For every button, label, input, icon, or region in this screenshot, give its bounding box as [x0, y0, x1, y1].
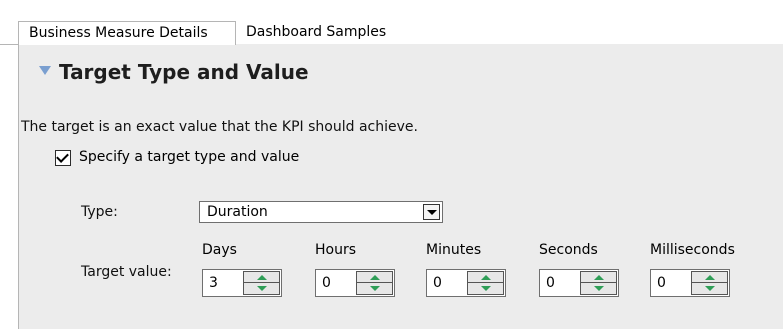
tab-bar: Business Measure Details Dashboard Sampl…	[0, 0, 783, 45]
specify-target-checkbox[interactable]	[55, 150, 71, 166]
days-label: Days	[202, 242, 237, 258]
arrow-up-icon[interactable]	[692, 272, 727, 283]
minutes-value[interactable]: 0	[433, 275, 442, 291]
arrow-down-icon[interactable]	[357, 283, 392, 294]
spinner-buttons	[243, 271, 280, 295]
milliseconds-spinner[interactable]: 0	[650, 269, 730, 297]
milliseconds-label: Milliseconds	[650, 242, 735, 258]
details-panel: Target Type and Value The target is an e…	[18, 44, 783, 329]
arrow-up-icon[interactable]	[468, 272, 503, 283]
spinner-buttons	[356, 271, 393, 295]
minutes-spinner[interactable]: 0	[426, 269, 506, 297]
arrow-down-icon[interactable]	[581, 283, 616, 294]
target-value-label: Target value:	[81, 264, 172, 280]
spinner-buttons	[580, 271, 617, 295]
section-title: Target Type and Value	[59, 60, 309, 84]
type-select[interactable]: Duration	[199, 201, 443, 223]
tab-label: Business Measure Details	[29, 25, 208, 41]
hours-spinner[interactable]: 0	[315, 269, 395, 297]
spinner-buttons	[467, 271, 504, 295]
days-value[interactable]: 3	[209, 275, 218, 291]
arrow-up-icon[interactable]	[357, 272, 392, 283]
chevron-down-icon[interactable]	[423, 204, 440, 220]
type-select-value: Duration	[207, 204, 268, 220]
arrow-up-icon[interactable]	[244, 272, 279, 283]
spinner-buttons	[691, 271, 728, 295]
seconds-value[interactable]: 0	[546, 275, 555, 291]
seconds-label: Seconds	[539, 242, 598, 258]
section-header[interactable]: Target Type and Value	[19, 44, 783, 108]
minutes-label: Minutes	[426, 242, 482, 258]
arrow-down-icon[interactable]	[468, 283, 503, 294]
days-spinner[interactable]: 3	[202, 269, 282, 297]
arrow-up-icon[interactable]	[581, 272, 616, 283]
arrow-down-icon[interactable]	[244, 283, 279, 294]
tab-label: Dashboard Samples	[246, 24, 387, 40]
milliseconds-value[interactable]: 0	[657, 275, 666, 291]
arrow-down-icon[interactable]	[692, 283, 727, 294]
seconds-spinner[interactable]: 0	[539, 269, 619, 297]
triangle-down-icon[interactable]	[39, 66, 51, 75]
hours-label: Hours	[315, 242, 357, 258]
tab-dashboard-samples[interactable]: Dashboard Samples	[236, 21, 416, 43]
type-label: Type:	[81, 204, 118, 220]
section-description: The target is an exact value that the KP…	[21, 119, 418, 135]
tab-business-measure-details[interactable]: Business Measure Details	[18, 21, 236, 45]
specify-target-checkbox-label[interactable]: Specify a target type and value	[79, 149, 299, 165]
hours-value[interactable]: 0	[322, 275, 331, 291]
